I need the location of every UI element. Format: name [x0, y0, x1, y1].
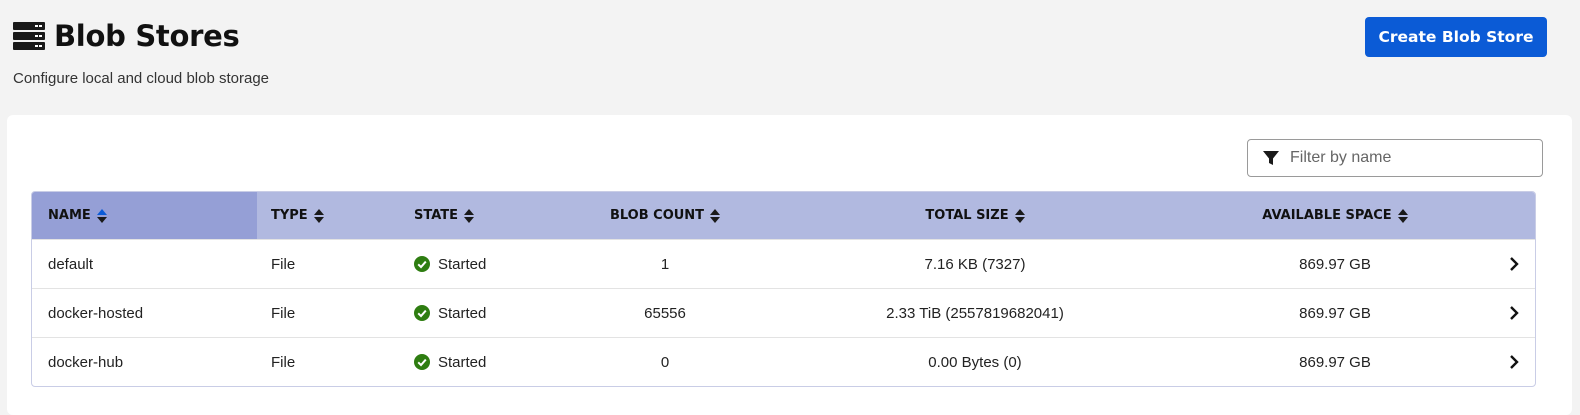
state-label: Started [438, 304, 487, 322]
table-row[interactable]: docker-hosted File Started 65556 2.33 Ti… [32, 288, 1535, 337]
state-label: Started [438, 353, 487, 371]
sort-icon [1014, 208, 1025, 223]
column-header-blob-count[interactable]: BLOB COUNT [565, 192, 765, 239]
blob-stores-table: NAME TYPE STATE BLOB COUNT TOTAL SIZE AV… [31, 191, 1536, 387]
cell-type: File [271, 304, 296, 322]
chevron-right-icon [1510, 355, 1519, 369]
column-header-label: AVAILABLE SPACE [1262, 208, 1392, 223]
cell-total-size: 7.16 KB (7327) [924, 255, 1026, 273]
cell-state: Started [400, 305, 565, 322]
page-subtitle: Configure local and cloud blob storage [13, 70, 270, 87]
column-header-label: BLOB COUNT [609, 208, 705, 223]
page-title: Blob Stores [54, 19, 240, 53]
cell-name: docker-hosted [48, 304, 144, 322]
column-header-label: STATE [414, 208, 459, 223]
column-header-label: TOTAL SIZE [925, 208, 1009, 223]
cell-available-space: 869.97 GB [1299, 304, 1371, 322]
table-row[interactable]: default File Started 1 7.16 KB (7327) 86… [32, 239, 1535, 288]
column-header-name[interactable]: NAME [32, 192, 257, 239]
column-header-label: TYPE [271, 208, 308, 223]
server-stack-icon [13, 22, 45, 50]
cell-type: File [271, 353, 296, 371]
state-label: Started [438, 255, 487, 273]
column-header-total-size[interactable]: TOTAL SIZE [765, 192, 1185, 239]
cell-total-size: 2.33 TiB (2557819682041) [886, 304, 1064, 322]
sort-icon [1397, 208, 1408, 223]
title-row: Blob Stores [13, 16, 1580, 56]
chevron-right-icon [1510, 257, 1519, 271]
check-circle-icon [414, 305, 430, 321]
cell-state: Started [400, 256, 565, 273]
row-action[interactable] [1485, 256, 1535, 272]
cell-available-space: 869.97 GB [1299, 353, 1371, 371]
cell-total-size: 0.00 Bytes (0) [928, 353, 1022, 371]
sort-icon [464, 208, 475, 223]
sort-icon [710, 208, 721, 223]
cell-name: docker-hub [48, 353, 124, 371]
check-circle-icon [414, 256, 430, 272]
column-header-available-space[interactable]: AVAILABLE SPACE [1185, 192, 1485, 239]
create-blob-store-button[interactable]: Create Blob Store [1365, 17, 1547, 57]
filter-icon [1263, 151, 1279, 165]
filter-input[interactable] [1288, 148, 1542, 168]
sort-icon [313, 208, 324, 223]
cell-blob-count: 1 [660, 255, 670, 273]
check-circle-icon [414, 354, 430, 370]
column-header-spacer [1485, 192, 1535, 239]
cell-state: Started [400, 354, 565, 371]
sort-ascending-icon [96, 208, 107, 223]
page-header: Blob Stores Configure local and cloud bl… [13, 16, 1580, 96]
cell-name: default [48, 255, 94, 273]
table-header: NAME TYPE STATE BLOB COUNT TOTAL SIZE AV… [32, 192, 1535, 239]
row-action[interactable] [1485, 305, 1535, 321]
row-action[interactable] [1485, 354, 1535, 370]
filter-field[interactable] [1247, 139, 1543, 177]
chevron-right-icon [1510, 306, 1519, 320]
column-header-label: NAME [48, 208, 91, 223]
column-header-type[interactable]: TYPE [257, 192, 400, 239]
cell-available-space: 869.97 GB [1299, 255, 1371, 273]
cell-type: File [271, 255, 296, 273]
blob-stores-panel: NAME TYPE STATE BLOB COUNT [7, 115, 1572, 415]
cell-blob-count: 0 [660, 353, 670, 371]
cell-blob-count: 65556 [644, 304, 686, 322]
table-row[interactable]: docker-hub File Started 0 0.00 Bytes (0)… [32, 337, 1535, 386]
column-header-state[interactable]: STATE [400, 192, 565, 239]
